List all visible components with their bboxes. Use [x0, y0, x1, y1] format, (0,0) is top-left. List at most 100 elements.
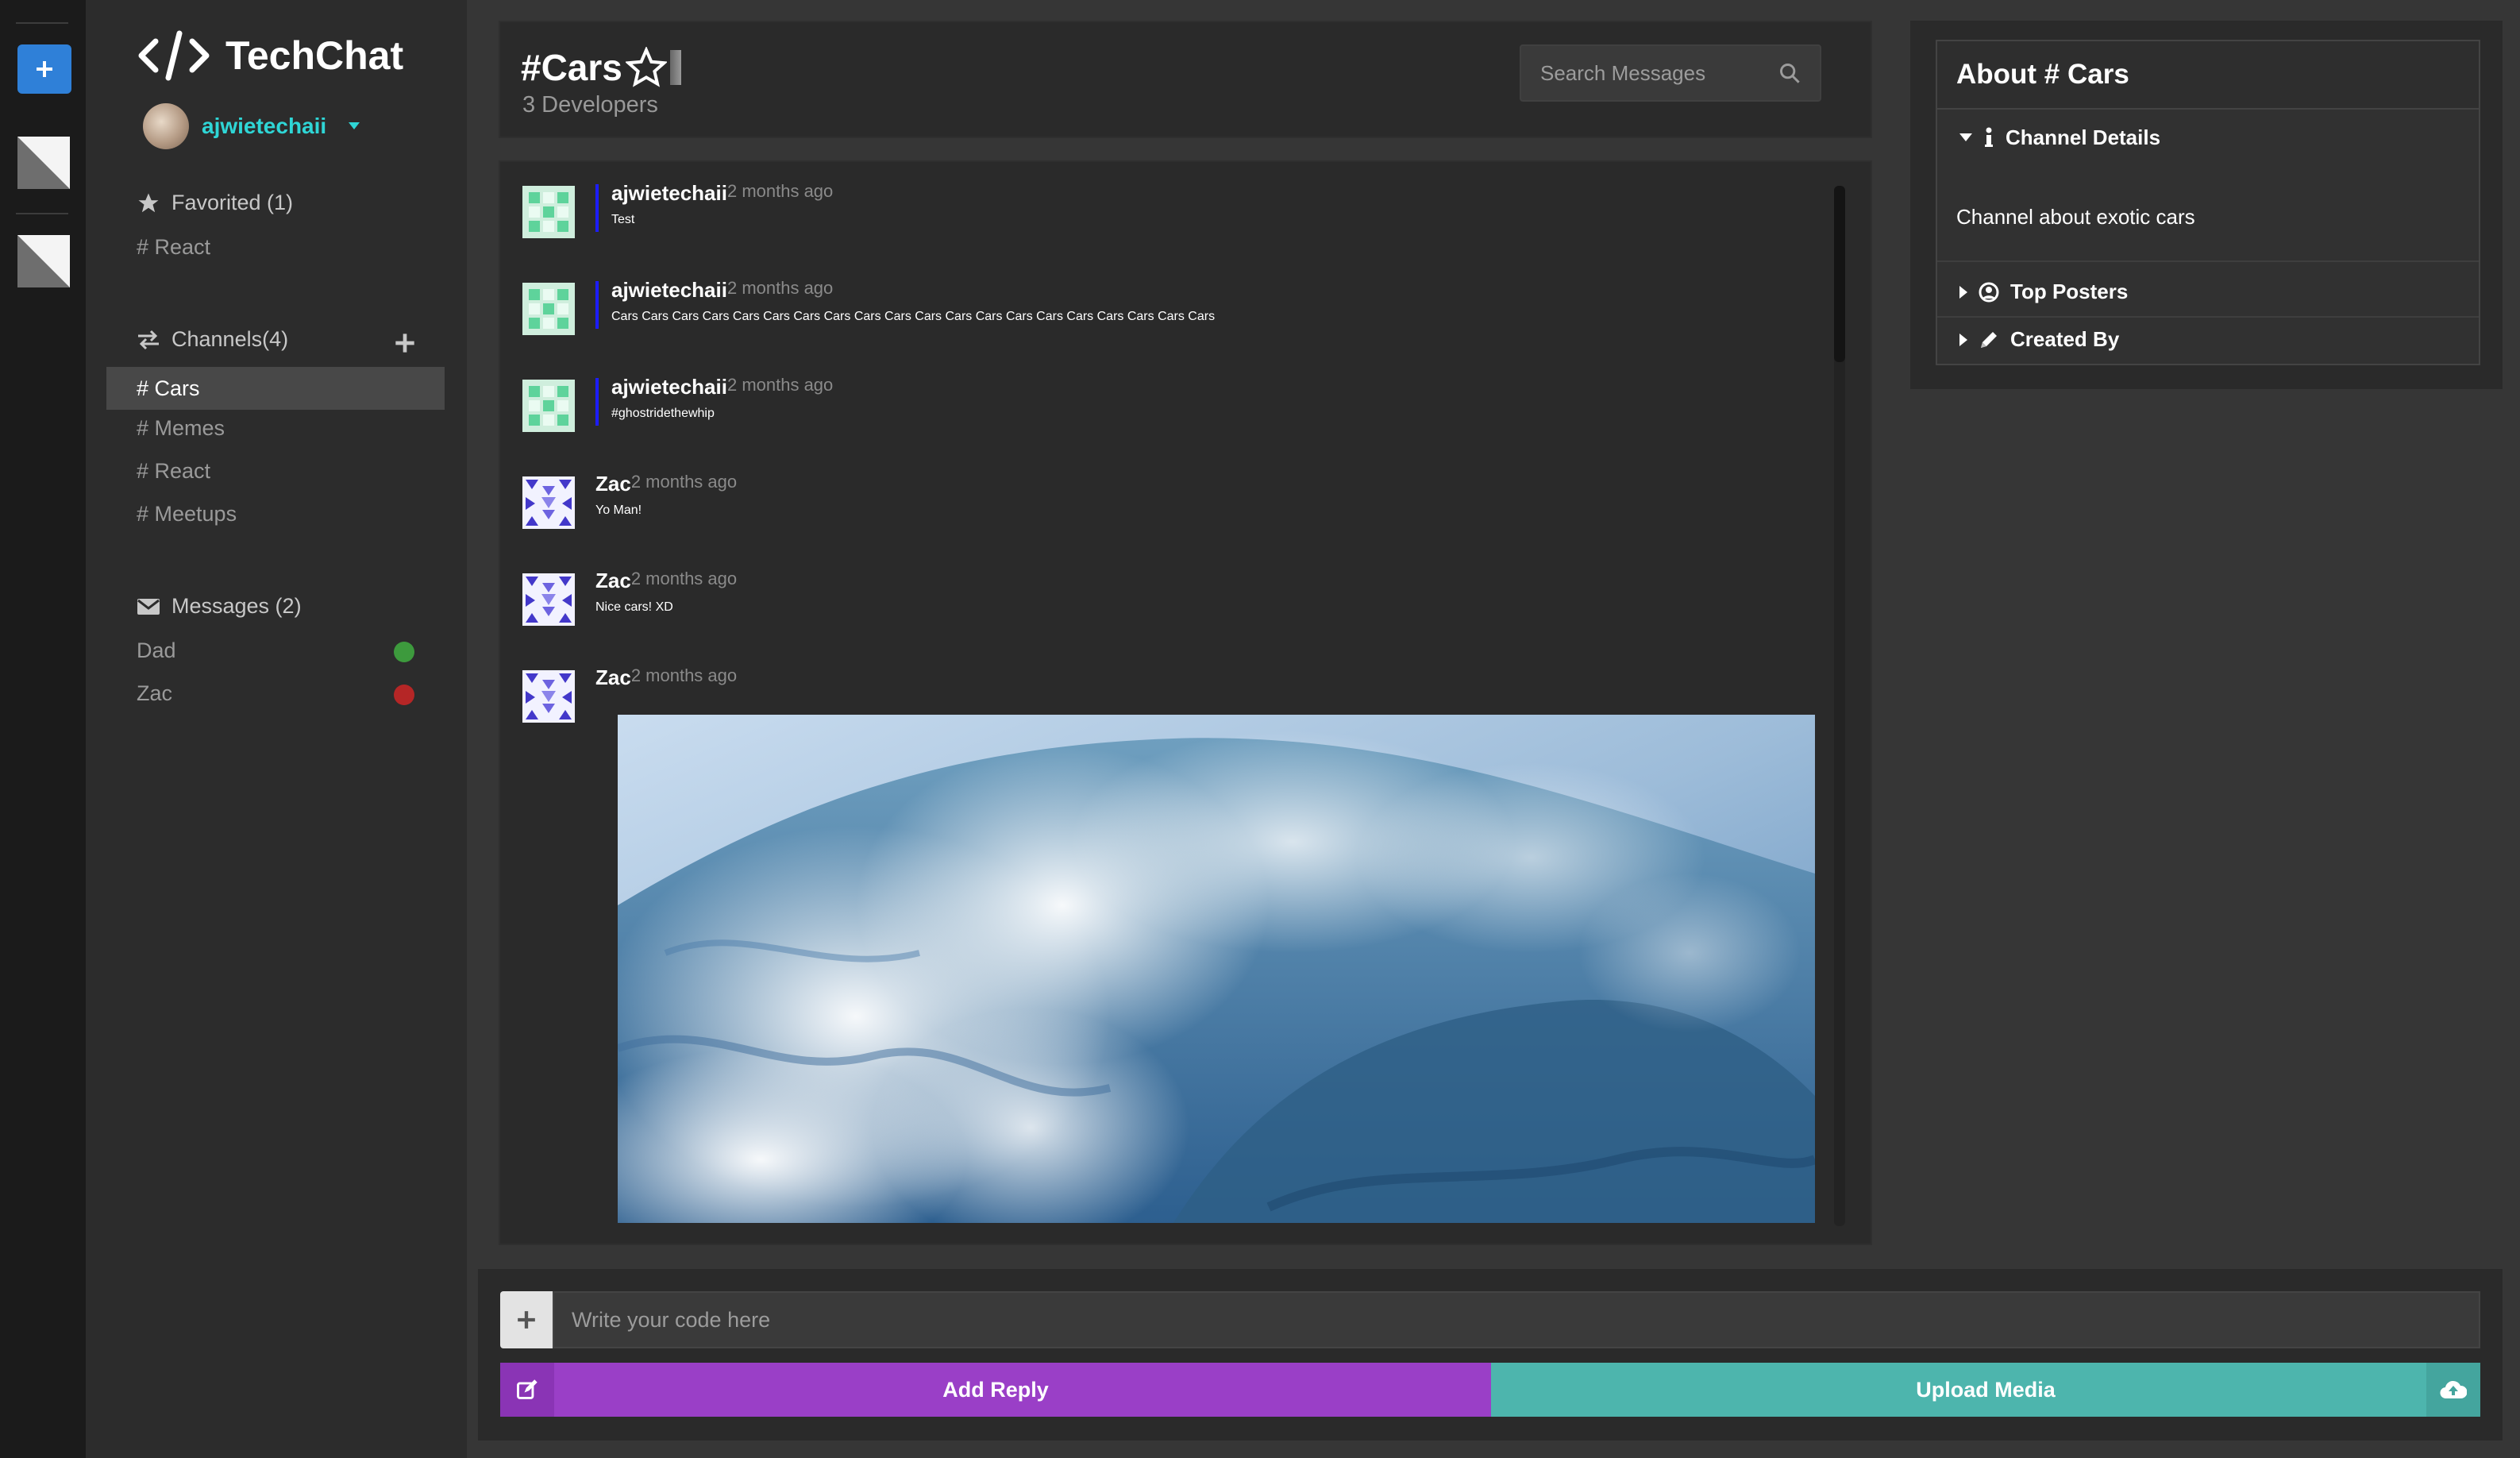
sidebar-item-memes[interactable]: # Memes	[137, 416, 225, 441]
online-status-dot	[394, 642, 414, 662]
user-avatar[interactable]	[522, 283, 575, 335]
message-meta: ajwietechaii 2 months ago	[611, 181, 833, 206]
channel-header: #Cars 3 Developers	[499, 21, 1872, 138]
message-time: 2 months ago	[726, 181, 834, 201]
message-author[interactable]: Zac	[595, 569, 631, 593]
message-item	[522, 476, 575, 529]
message-input[interactable]	[572, 1307, 2479, 1333]
caret-right-icon	[1959, 333, 1967, 346]
message-author[interactable]: Zac	[595, 472, 631, 496]
user-menu[interactable]: ajwietechaii	[143, 103, 360, 149]
user-avatar[interactable]	[522, 573, 575, 626]
message-author[interactable]: ajwietechaii	[611, 181, 727, 206]
attach-button[interactable]	[500, 1291, 553, 1348]
message-meta: ajwietechaii 2 months ago	[611, 375, 833, 399]
message-text: #ghostridethewhip	[611, 407, 715, 420]
offline-status-dot	[394, 685, 414, 705]
chevron-down-icon	[349, 122, 360, 129]
message-text: Nice cars! XD	[595, 600, 673, 614]
cloud-upload-icon-wrap	[2426, 1363, 2480, 1417]
message-time: 2 months ago	[630, 472, 738, 492]
message-author[interactable]: ajwietechaii	[611, 278, 727, 303]
message-item	[522, 380, 575, 432]
envelope-icon	[137, 598, 160, 615]
sidebar: TechChat ajwietechaii Favorited (1) # Re…	[86, 0, 467, 1458]
channel-name: #Cars	[521, 47, 622, 88]
user-avatar[interactable]	[522, 670, 575, 723]
sidebar-item-react[interactable]: # React	[137, 459, 210, 484]
message-input-wrap	[553, 1291, 2480, 1348]
about-panel: About # Cars Channel Details Channel abo…	[1910, 21, 2503, 389]
accordion-divider	[1937, 316, 2479, 318]
message-time: 2 months ago	[630, 665, 738, 685]
message-time: 2 months ago	[726, 375, 834, 395]
user-avatar[interactable]	[522, 476, 575, 529]
rail-divider	[16, 213, 68, 214]
message-item	[522, 670, 575, 723]
star-cursor-mark	[669, 50, 681, 85]
created-by-label: Created By	[2010, 327, 2120, 351]
channel-member-count: 3 Developers	[522, 92, 658, 118]
pencil-icon	[1981, 331, 1997, 348]
add-reply-button[interactable]: Add Reply	[500, 1363, 1491, 1417]
add-workspace-button[interactable]	[17, 44, 71, 94]
scrollbar-thumb[interactable]	[1834, 186, 1845, 362]
dm-item-zac[interactable]: Zac	[137, 681, 172, 706]
message-text: Yo Man!	[595, 503, 642, 517]
accordion-divider	[1937, 260, 2479, 262]
channels-header: Channels(4)	[137, 327, 288, 352]
own-message-marker	[595, 281, 599, 329]
message-time: 2 months ago	[726, 278, 834, 298]
message-meta: Zac 2 months ago	[595, 472, 737, 496]
star-outline-icon[interactable]	[625, 47, 667, 88]
edit-icon	[517, 1379, 538, 1399]
plus-icon	[37, 61, 52, 77]
search-box[interactable]	[1520, 44, 1821, 102]
created-by-toggle[interactable]: Created By	[1959, 327, 2119, 352]
about-header: About # Cars	[1937, 41, 2479, 110]
channel-details-label: Channel Details	[2006, 125, 2161, 149]
workspace-image-icon	[17, 235, 70, 287]
channel-details-toggle[interactable]: Channel Details	[1959, 125, 2160, 150]
message-time: 2 months ago	[630, 569, 738, 588]
channel-title: #Cars	[521, 46, 681, 89]
upload-media-button[interactable]: Upload Media	[1491, 1363, 2480, 1417]
message-meta: Zac 2 months ago	[595, 665, 737, 690]
user-avatar[interactable]	[522, 186, 575, 238]
favorited-item-react[interactable]: # React	[137, 235, 210, 260]
add-channel-icon[interactable]	[394, 332, 416, 354]
message-meta: ajwietechaii 2 months ago	[611, 278, 833, 303]
brand: TechChat	[138, 30, 403, 81]
brand-name: TechChat	[225, 33, 404, 78]
top-posters-label: Top Posters	[2010, 280, 2129, 303]
sidebar-item-meetups[interactable]: # Meetups	[137, 502, 237, 526]
message-text: Test	[611, 213, 635, 226]
user-avatar[interactable]	[522, 380, 575, 432]
message-list[interactable]: ajwietechaii 2 months ago Test ajwietech…	[499, 160, 1872, 1245]
message-meta: Zac 2 months ago	[595, 569, 737, 593]
message-item	[522, 186, 575, 238]
own-message-marker	[595, 378, 599, 426]
message-author[interactable]: ajwietechaii	[611, 375, 727, 399]
search-icon[interactable]	[1778, 62, 1801, 84]
message-text: Cars Cars Cars Cars Cars Cars Cars Cars …	[611, 310, 1216, 323]
edit-icon-wrap	[500, 1363, 554, 1417]
top-posters-toggle[interactable]: Top Posters	[1959, 280, 2128, 304]
message-item	[522, 573, 575, 626]
cloud-upload-icon	[2440, 1380, 2467, 1399]
dm-item-dad[interactable]: Dad	[137, 638, 176, 663]
favorited-header: Favorited (1)	[137, 191, 293, 215]
avatar	[143, 103, 189, 149]
workspace-thumb-1[interactable]	[17, 137, 70, 189]
sidebar-item-cars[interactable]: # Cars	[106, 367, 445, 410]
messages-header: Messages (2)	[137, 594, 302, 619]
ocean-wave-image	[618, 715, 1815, 1223]
message-image[interactable]	[618, 715, 1815, 1223]
caret-down-icon	[1959, 133, 1972, 141]
workspace-image-icon	[17, 137, 70, 189]
workspace-thumb-2[interactable]	[17, 235, 70, 287]
message-item	[522, 283, 575, 335]
message-author[interactable]: Zac	[595, 665, 631, 690]
search-input[interactable]	[1540, 60, 1778, 86]
caret-right-icon	[1959, 285, 1967, 299]
